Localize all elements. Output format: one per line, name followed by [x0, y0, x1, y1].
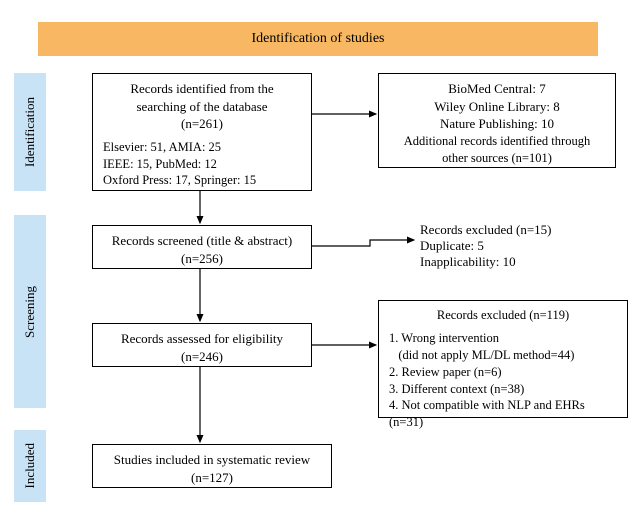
additional-l3: Nature Publishing: 10: [389, 115, 605, 133]
excluded2-r2: 2. Review paper (n=6): [389, 364, 617, 381]
assessed-l1: Records assessed for eligibility: [103, 330, 301, 348]
excluded2-r1b: (did not apply ML/DL method=44): [389, 347, 617, 364]
included-l1: Studies included in systematic review: [103, 451, 321, 469]
excluded1-l1: Records excluded (n=15): [420, 222, 620, 238]
assessed-l2: (n=246): [103, 348, 301, 366]
stage-identification-label: Identification: [22, 97, 38, 167]
excluded2-r4: 4. Not compatible with NLP and EHRs (n=3…: [389, 397, 617, 431]
box-records-screened: Records screened (title & abstract) (n=2…: [92, 225, 312, 269]
identified-l3: (n=261): [103, 115, 301, 133]
header-title: Identification of studies: [252, 31, 385, 47]
box-records-identified: Records identified from the searching of…: [92, 73, 312, 191]
box-included: Studies included in systematic review (n…: [92, 444, 332, 488]
excluded1-l3: Inapplicability: 10: [420, 254, 620, 270]
excluded2-title: Records excluded (n=119): [389, 307, 617, 324]
stage-included-label: Included: [22, 443, 38, 488]
stage-screening: Screening: [14, 215, 46, 408]
excluded2-r1: 1. Wrong intervention: [389, 330, 617, 347]
stage-included: Included: [14, 430, 46, 502]
stage-screening-label: Screening: [22, 286, 38, 338]
box-additional-sources: BioMed Central: 7 Wiley Online Library: …: [378, 73, 616, 168]
identified-d2: IEEE: 15, PubMed: 12: [103, 156, 301, 173]
additional-l5: other sources (n=101): [389, 150, 605, 167]
excluded1-l2: Duplicate: 5: [420, 238, 620, 254]
stage-identification: Identification: [14, 73, 46, 191]
additional-l1: BioMed Central: 7: [389, 80, 605, 98]
screened-l1: Records screened (title & abstract): [103, 232, 301, 250]
identified-l2: searching of the database: [103, 98, 301, 116]
text-excluded-1: Records excluded (n=15) Duplicate: 5 Ina…: [420, 222, 620, 270]
additional-l4: Additional records identified through: [389, 133, 605, 150]
excluded2-r3: 3. Different context (n=38): [389, 381, 617, 398]
additional-l2: Wiley Online Library: 8: [389, 98, 605, 116]
box-excluded-2: Records excluded (n=119) 1. Wrong interv…: [378, 300, 628, 418]
box-records-assessed: Records assessed for eligibility (n=246): [92, 323, 312, 367]
identified-d3: Oxford Press: 17, Springer: 15: [103, 172, 301, 189]
screened-l2: (n=256): [103, 250, 301, 268]
included-l2: (n=127): [103, 469, 321, 487]
identified-d1: Elsevier: 51, AMIA: 25: [103, 139, 301, 156]
identified-l1: Records identified from the: [103, 80, 301, 98]
header-title-bar: Identification of studies: [38, 22, 598, 56]
